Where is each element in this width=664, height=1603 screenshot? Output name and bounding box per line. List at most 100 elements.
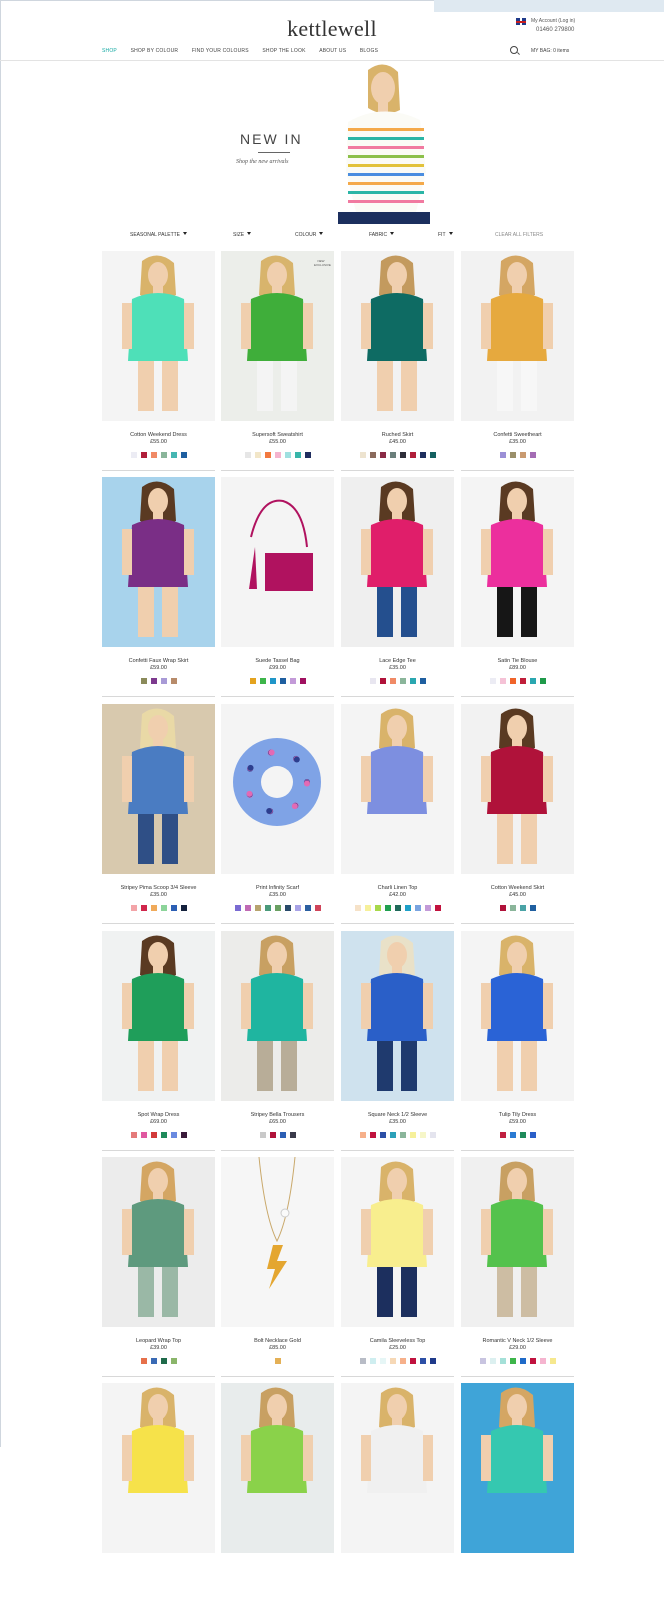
colour-swatch[interactable] (140, 678, 147, 684)
colour-swatch[interactable] (150, 678, 157, 684)
product-image[interactable] (102, 1157, 215, 1327)
colour-swatch[interactable] (170, 1132, 177, 1138)
product-card[interactable]: Spot Wrap Dress £69.00 (102, 931, 215, 1151)
product-image[interactable] (461, 1157, 574, 1327)
my-bag-link[interactable]: MY BAG: 0 items (531, 48, 569, 54)
product-card[interactable]: NEW EXCLUSIVE Supersoft Sweatshirt £55.00 (221, 251, 334, 471)
product-card[interactable]: Cotton Weekend Dress £55.00 (102, 251, 215, 471)
product-image[interactable] (341, 1383, 454, 1553)
colour-swatch[interactable] (499, 905, 506, 911)
filter-fit[interactable]: FIT (438, 232, 453, 238)
nav-item-about-us[interactable]: ABOUT US (319, 48, 346, 54)
product-name[interactable]: Suede Tassel Bag (217, 658, 338, 664)
colour-swatch[interactable] (429, 1132, 436, 1138)
filter-fabric[interactable]: FABRIC (369, 232, 395, 238)
colour-swatch[interactable] (359, 1132, 366, 1138)
colour-swatch[interactable] (479, 1358, 486, 1364)
colour-swatch[interactable] (254, 905, 261, 911)
product-card[interactable] (221, 1383, 334, 1603)
product-image[interactable] (221, 251, 334, 421)
product-image[interactable] (102, 931, 215, 1101)
product-card[interactable]: Cotton Weekend Skirt £45.00 (461, 704, 574, 924)
nav-item-shop-the-look[interactable]: SHOP THE LOOK (262, 48, 305, 54)
product-image[interactable] (341, 251, 454, 421)
product-card[interactable]: Print Infinity Scarf £35.00 (221, 704, 334, 924)
product-image[interactable] (461, 704, 574, 874)
product-image[interactable] (102, 477, 215, 647)
product-card[interactable]: Suede Tassel Bag £99.00 (221, 477, 334, 697)
colour-swatch[interactable] (499, 1132, 506, 1138)
colour-swatch[interactable] (170, 1358, 177, 1364)
colour-swatch[interactable] (279, 678, 286, 684)
colour-swatch[interactable] (509, 1132, 516, 1138)
colour-swatch[interactable] (389, 452, 396, 458)
product-name[interactable]: Satin Tie Blouse (457, 658, 578, 664)
colour-swatch[interactable] (389, 1358, 396, 1364)
colour-swatch[interactable] (150, 1132, 157, 1138)
colour-swatch[interactable] (409, 678, 416, 684)
colour-swatch[interactable] (274, 452, 281, 458)
colour-swatch[interactable] (289, 1132, 296, 1138)
product-name[interactable]: Romantic V Neck 1/2 Sleeve (457, 1338, 578, 1344)
colour-swatch[interactable] (249, 678, 256, 684)
product-image[interactable] (341, 704, 454, 874)
product-card[interactable]: Camila Sleeveless Top £25.00 (341, 1157, 454, 1377)
product-image[interactable] (461, 1383, 574, 1553)
filter-colour[interactable]: COLOUR (295, 232, 324, 238)
colour-swatch[interactable] (499, 1358, 506, 1364)
product-name[interactable]: Stripey Pima Scoop 3/4 Sleeve (98, 885, 219, 891)
colour-swatch[interactable] (294, 905, 301, 911)
product-card[interactable]: Leopard Wrap Top £39.00 (102, 1157, 215, 1377)
colour-swatch[interactable] (379, 1358, 386, 1364)
nav-item-blogs[interactable]: BLOGS (360, 48, 378, 54)
product-card[interactable] (102, 1383, 215, 1603)
clear-filters-link[interactable]: CLEAR ALL FILTERS (495, 232, 543, 238)
filter-seasonal-palette[interactable]: SEASONAL PALETTE (130, 232, 188, 238)
colour-swatch[interactable] (529, 905, 536, 911)
product-card[interactable]: Confetti Faux Wrap Skirt £59.00 (102, 477, 215, 697)
colour-swatch[interactable] (549, 1358, 556, 1364)
colour-swatch[interactable] (509, 452, 516, 458)
colour-swatch[interactable] (160, 678, 167, 684)
colour-swatch[interactable] (269, 1132, 276, 1138)
colour-swatch[interactable] (399, 452, 406, 458)
colour-swatch[interactable] (539, 678, 546, 684)
search-icon[interactable] (510, 46, 518, 54)
colour-swatch[interactable] (180, 1132, 187, 1138)
product-card[interactable]: Tulip Tily Dress £59.00 (461, 931, 574, 1151)
colour-swatch[interactable] (269, 678, 276, 684)
product-card[interactable]: Stripey Bella Trousers £65.00 (221, 931, 334, 1151)
product-name[interactable]: Tulip Tily Dress (457, 1112, 578, 1118)
hero-subtitle[interactable]: Shop the new arrivals (236, 159, 289, 165)
colour-swatch[interactable] (160, 1358, 167, 1364)
colour-swatch[interactable] (284, 452, 291, 458)
colour-swatch[interactable] (150, 905, 157, 911)
colour-swatch[interactable] (509, 678, 516, 684)
colour-swatch[interactable] (354, 905, 361, 911)
colour-swatch[interactable] (419, 1358, 426, 1364)
product-card[interactable]: Confetti Sweetheart £35.00 (461, 251, 574, 471)
colour-swatch[interactable] (140, 1132, 147, 1138)
colour-swatch[interactable] (130, 905, 137, 911)
product-image[interactable] (341, 477, 454, 647)
product-card[interactable]: Lace Edge Tee £35.00 (341, 477, 454, 697)
product-image[interactable] (341, 1157, 454, 1327)
colour-swatch[interactable] (379, 1132, 386, 1138)
colour-swatch[interactable] (374, 905, 381, 911)
product-image[interactable] (102, 704, 215, 874)
colour-swatch[interactable] (529, 678, 536, 684)
product-name[interactable]: Print Infinity Scarf (217, 885, 338, 891)
colour-swatch[interactable] (389, 1132, 396, 1138)
colour-swatch[interactable] (519, 1358, 526, 1364)
colour-swatch[interactable] (499, 452, 506, 458)
colour-swatch[interactable] (259, 1132, 266, 1138)
colour-swatch[interactable] (314, 905, 321, 911)
colour-swatch[interactable] (519, 452, 526, 458)
product-card[interactable]: Stripey Pima Scoop 3/4 Sleeve £35.00 (102, 704, 215, 924)
colour-swatch[interactable] (369, 1132, 376, 1138)
colour-swatch[interactable] (150, 1358, 157, 1364)
colour-swatch[interactable] (369, 678, 376, 684)
colour-swatch[interactable] (140, 905, 147, 911)
colour-swatch[interactable] (409, 1132, 416, 1138)
product-card[interactable] (461, 1383, 574, 1603)
